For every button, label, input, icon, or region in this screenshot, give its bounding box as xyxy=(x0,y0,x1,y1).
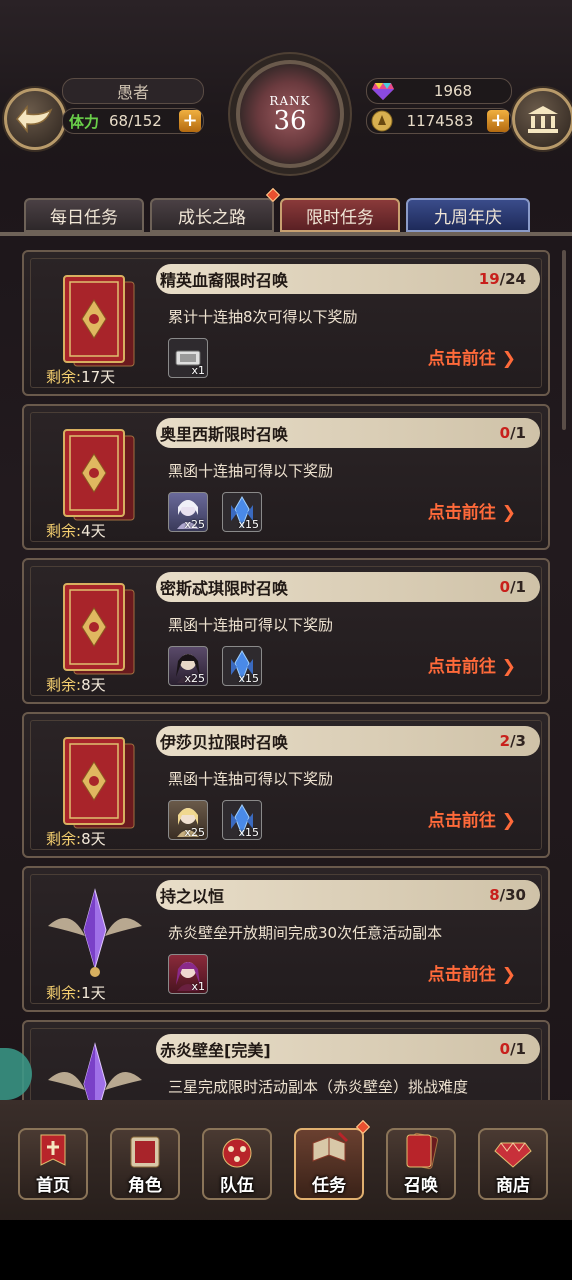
task-title-bar: 持之以恒 8/30 xyxy=(156,880,540,910)
tab-growth[interactable]: 成长之路 xyxy=(150,198,274,232)
card-book-icon xyxy=(63,429,135,521)
task-title: 密斯忒琪限时召唤 xyxy=(160,579,289,598)
task-title: 伊莎贝拉限时召唤 xyxy=(160,733,289,752)
player-name: 愚者 xyxy=(62,78,204,104)
gem-counter: 1968 xyxy=(366,78,512,104)
purple-crystal-emblem-icon xyxy=(48,1042,142,1100)
remaining-time: 剩余:8天 xyxy=(46,830,106,848)
purple-crystal-emblem-icon xyxy=(48,888,142,977)
rainbow-gem-icon xyxy=(372,83,394,100)
goto-button[interactable]: 点击前往 ❯ xyxy=(428,498,516,523)
nav-quest[interactable]: 任务 xyxy=(294,1128,364,1200)
reward-item[interactable]: x15 xyxy=(222,646,262,686)
back-arrow-icon xyxy=(16,104,53,134)
goto-button[interactable]: 点击前往 ❯ xyxy=(428,960,516,985)
card-book-icon xyxy=(63,275,135,367)
tab-anniversary[interactable]: 九周年庆 xyxy=(406,198,530,232)
card-book-icon xyxy=(63,583,135,675)
task-description: 三星完成限时活动副本（赤炎壁垒）挑战难度 xyxy=(168,1078,469,1096)
gold-value: 1174583 xyxy=(406,112,474,130)
task-title-bar: 赤炎壁垒[完美] 0/1 xyxy=(156,1034,540,1064)
task-progress: 0/1 xyxy=(499,424,526,442)
task-card: 剩余:17天 精英血裔限时召唤 19/24 累计十连抽8次可得以下奖励 x1 点… xyxy=(22,250,550,396)
goto-button[interactable]: 点击前往 ❯ xyxy=(428,652,516,677)
back-button[interactable] xyxy=(4,88,66,150)
remaining-time: 剩余:1天 xyxy=(46,984,106,1002)
task-description: 黑函十连抽可得以下奖励 xyxy=(168,462,334,480)
rank-value: 36 xyxy=(273,106,307,136)
nav-summon[interactable]: 召唤 xyxy=(386,1128,456,1200)
tab-underline xyxy=(0,232,572,236)
nav-home[interactable]: 首页 xyxy=(18,1128,88,1200)
system-nav-bar xyxy=(0,1220,572,1280)
library-button[interactable] xyxy=(512,88,572,150)
nav-shop[interactable]: 商店 xyxy=(478,1128,548,1200)
task-title-bar: 密斯忒琪限时召唤 0/1 xyxy=(156,572,540,602)
task-progress: 19/24 xyxy=(478,270,526,288)
task-card: 赤炎壁垒[完美] 0/1 三星完成限时活动副本（赤炎壁垒）挑战难度 xyxy=(22,1020,550,1100)
task-title-bar: 奥里西斯限时召唤 0/1 xyxy=(156,418,540,448)
tab-daily[interactable]: 每日任务 xyxy=(24,198,144,232)
nav-team[interactable]: 队伍 xyxy=(202,1128,272,1200)
library-icon xyxy=(528,106,558,133)
task-card: 剩余:4天 奥里西斯限时召唤 0/1 黑函十连抽可得以下奖励 x25 x15 点… xyxy=(22,404,550,550)
reward-item[interactable]: x25 xyxy=(168,800,208,840)
add-stamina-button[interactable]: + xyxy=(179,110,201,132)
team-crown-icon xyxy=(222,1138,252,1168)
summon-card-icon xyxy=(406,1132,439,1170)
reward-item[interactable]: x1 xyxy=(168,954,208,994)
reward-item[interactable]: x1 xyxy=(168,338,208,378)
stamina-label: 体力 xyxy=(69,112,100,131)
task-title-bar: 伊莎贝拉限时召唤 2/3 xyxy=(156,726,540,756)
scrollbar[interactable] xyxy=(562,250,566,430)
goto-button[interactable]: 点击前往 ❯ xyxy=(428,344,516,369)
rank-badge: RANK 36 xyxy=(236,60,344,168)
character-book-icon xyxy=(130,1136,160,1168)
reward-item[interactable]: x25 xyxy=(168,492,208,532)
shop-gem-icon xyxy=(494,1142,532,1168)
task-description: 累计十连抽8次可得以下奖励 xyxy=(168,308,358,326)
task-description: 黑函十连抽可得以下奖励 xyxy=(168,616,334,634)
task-progress: 2/3 xyxy=(499,732,526,750)
gold-coin-icon xyxy=(371,110,393,132)
add-gold-button[interactable]: + xyxy=(487,110,509,132)
task-progress: 0/1 xyxy=(499,578,526,596)
stamina-value: 68/152 xyxy=(109,112,162,130)
task-title-bar: 精英血裔限时召唤 19/24 xyxy=(156,264,540,294)
task-title: 赤炎壁垒[完美] xyxy=(160,1041,271,1060)
stamina-bar: 体力 68/152 + xyxy=(62,108,204,134)
card-book-icon xyxy=(63,737,135,829)
task-title: 奥里西斯限时召唤 xyxy=(160,425,289,444)
reward-item[interactable]: x25 xyxy=(168,646,208,686)
reward-item[interactable]: x15 xyxy=(222,492,262,532)
task-card: 剩余:8天 伊莎贝拉限时召唤 2/3 黑函十连抽可得以下奖励 x25 x15 点… xyxy=(22,712,550,858)
task-list[interactable]: 剩余:17天 精英血裔限时召唤 19/24 累计十连抽8次可得以下奖励 x1 点… xyxy=(22,240,550,1100)
task-description: 赤炎壁垒开放期间完成30次任意活动副本 xyxy=(168,924,443,942)
remaining-time: 剩余:17天 xyxy=(46,368,116,386)
gem-value: 1968 xyxy=(433,82,473,100)
quest-book-icon xyxy=(312,1131,349,1162)
task-progress: 0/1 xyxy=(499,1040,526,1058)
nav-character[interactable]: 角色 xyxy=(110,1128,180,1200)
task-description: 黑函十连抽可得以下奖励 xyxy=(168,770,334,788)
reward-item[interactable]: x15 xyxy=(222,800,262,840)
task-card: 剩余:1天 持之以恒 8/30 赤炎壁垒开放期间完成30次任意活动副本 x1 点… xyxy=(22,866,550,1012)
task-title: 持之以恒 xyxy=(160,887,225,906)
tab-limited[interactable]: 限时任务 xyxy=(280,198,400,232)
task-title: 精英血裔限时召唤 xyxy=(160,271,289,290)
task-card: 剩余:8天 密斯忒琪限时召唤 0/1 黑函十连抽可得以下奖励 x25 x15 点… xyxy=(22,558,550,704)
task-progress: 8/30 xyxy=(489,886,526,904)
goto-button[interactable]: 点击前往 ❯ xyxy=(428,806,516,831)
home-banner-icon xyxy=(40,1134,66,1166)
gold-counter: 1174583 + xyxy=(366,108,512,134)
remaining-time: 剩余:4天 xyxy=(46,522,106,540)
remaining-time: 剩余:8天 xyxy=(46,676,106,694)
